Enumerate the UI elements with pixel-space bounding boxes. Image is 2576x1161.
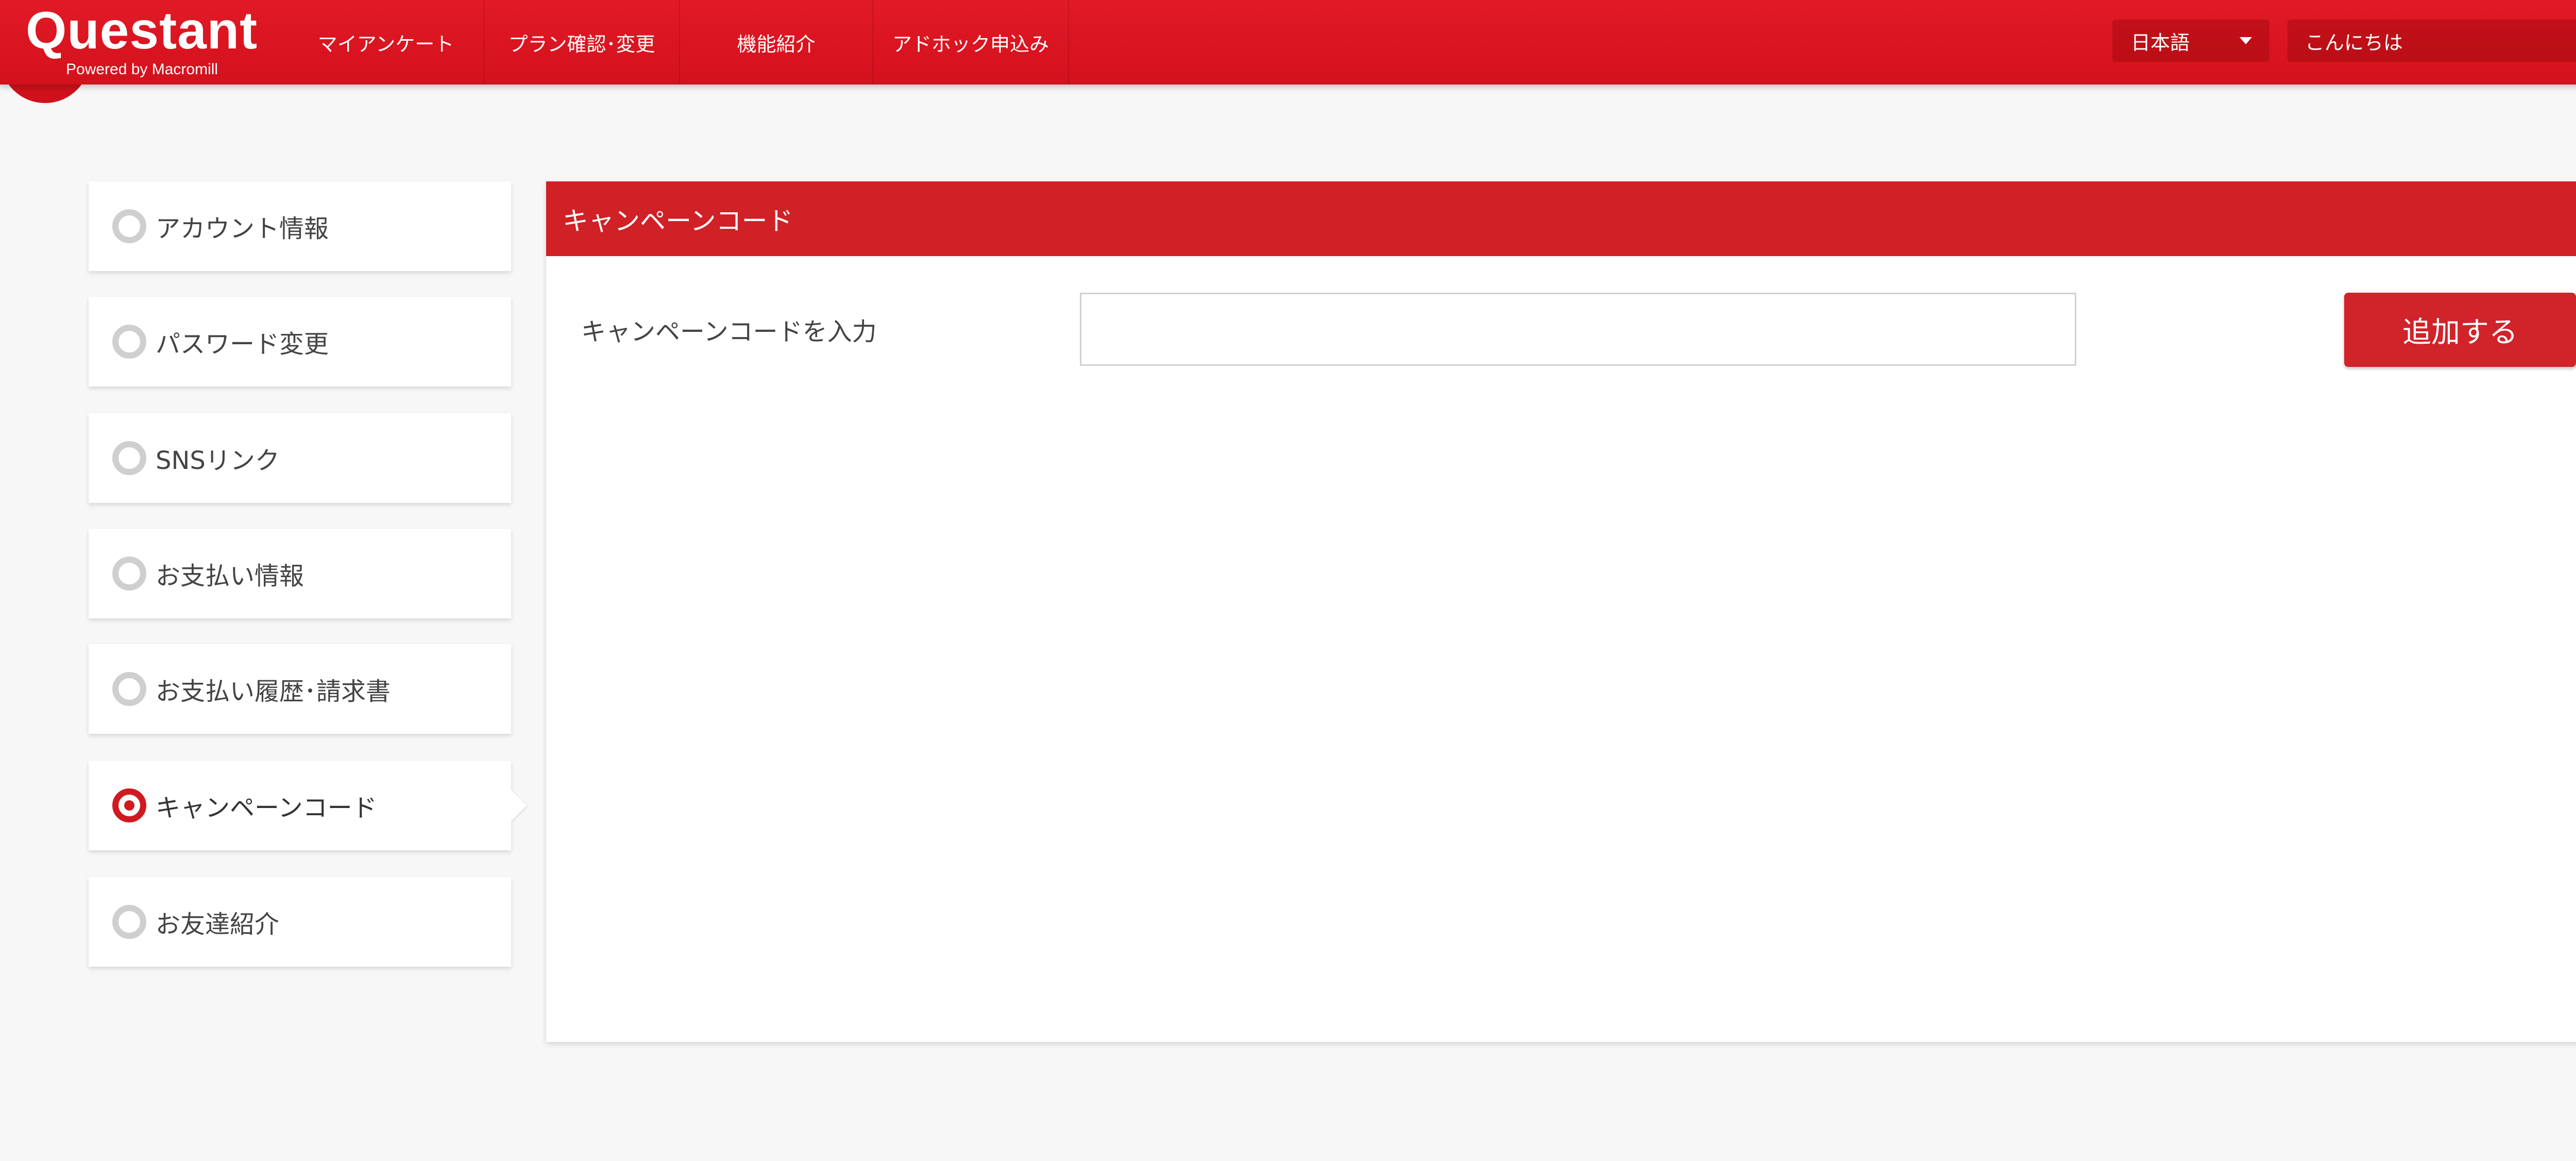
radio-icon bbox=[112, 557, 146, 591]
radio-selected-icon bbox=[112, 788, 146, 822]
panel-title: キャンペーンコード bbox=[546, 181, 2576, 256]
sidebar-item-label: お支払い履歴･請求書 bbox=[156, 677, 391, 706]
nav-features[interactable]: 機能紹介 bbox=[680, 0, 873, 85]
sidebar-item-label: キャンペーンコード bbox=[156, 794, 377, 822]
language-select[interactable]: 日本語 bbox=[2112, 20, 2269, 62]
top-header: マイアンケート プラン確認･変更 機能紹介 アドホック申込み 日本語 こんにちは… bbox=[0, 0, 2576, 85]
sidebar-item-password[interactable]: パスワード変更 bbox=[89, 297, 511, 386]
greeting-menu[interactable]: こんにちは bbox=[2287, 20, 2576, 62]
campaign-code-label: キャンペーンコードを入力 bbox=[581, 317, 877, 346]
sidebar-item-account[interactable]: アカウント情報 bbox=[89, 181, 511, 271]
sidebar-item-campaign-code[interactable]: キャンペーンコード bbox=[89, 761, 527, 850]
radio-icon bbox=[112, 905, 146, 939]
radio-icon bbox=[112, 672, 146, 706]
add-button[interactable]: 追加する bbox=[2344, 293, 2576, 367]
language-select-value: 日本語 bbox=[2131, 31, 2190, 54]
radio-icon bbox=[112, 209, 146, 243]
main-nav: マイアンケート プラン確認･変更 機能紹介 アドホック申込み bbox=[289, 0, 1069, 85]
campaign-code-panel: キャンペーンコード キャンペーンコードを入力 追加する bbox=[546, 181, 2576, 1042]
chevron-down-icon bbox=[2240, 37, 2252, 44]
sidebar-item-referral[interactable]: お友達紹介 bbox=[89, 877, 511, 967]
active-pointer-icon bbox=[511, 790, 527, 821]
sidebar-item-payment-history[interactable]: お支払い履歴･請求書 bbox=[89, 644, 511, 734]
sidebar-item-label: パスワード変更 bbox=[156, 330, 329, 359]
nav-adhoc[interactable]: アドホック申込み bbox=[873, 0, 1069, 85]
logo-tagline: Powered by Macromill bbox=[66, 61, 218, 78]
nav-my-survey[interactable]: マイアンケート bbox=[289, 0, 484, 85]
sidebar-item-label: アカウント情報 bbox=[156, 214, 329, 243]
logo[interactable]: Questant bbox=[26, 2, 258, 59]
nav-plan[interactable]: プラン確認･変更 bbox=[484, 0, 680, 85]
radio-icon bbox=[112, 325, 146, 359]
sidebar-item-sns[interactable]: SNSリンク bbox=[89, 413, 511, 503]
sidebar-item-payment-info[interactable]: お支払い情報 bbox=[89, 529, 511, 618]
sidebar-item-label: お友達紹介 bbox=[156, 910, 280, 939]
campaign-code-input[interactable] bbox=[1080, 293, 2076, 366]
sidebar-item-label: お支払い情報 bbox=[156, 562, 304, 591]
radio-icon bbox=[112, 441, 146, 475]
sidebar-item-label: SNSリンク bbox=[156, 446, 280, 475]
